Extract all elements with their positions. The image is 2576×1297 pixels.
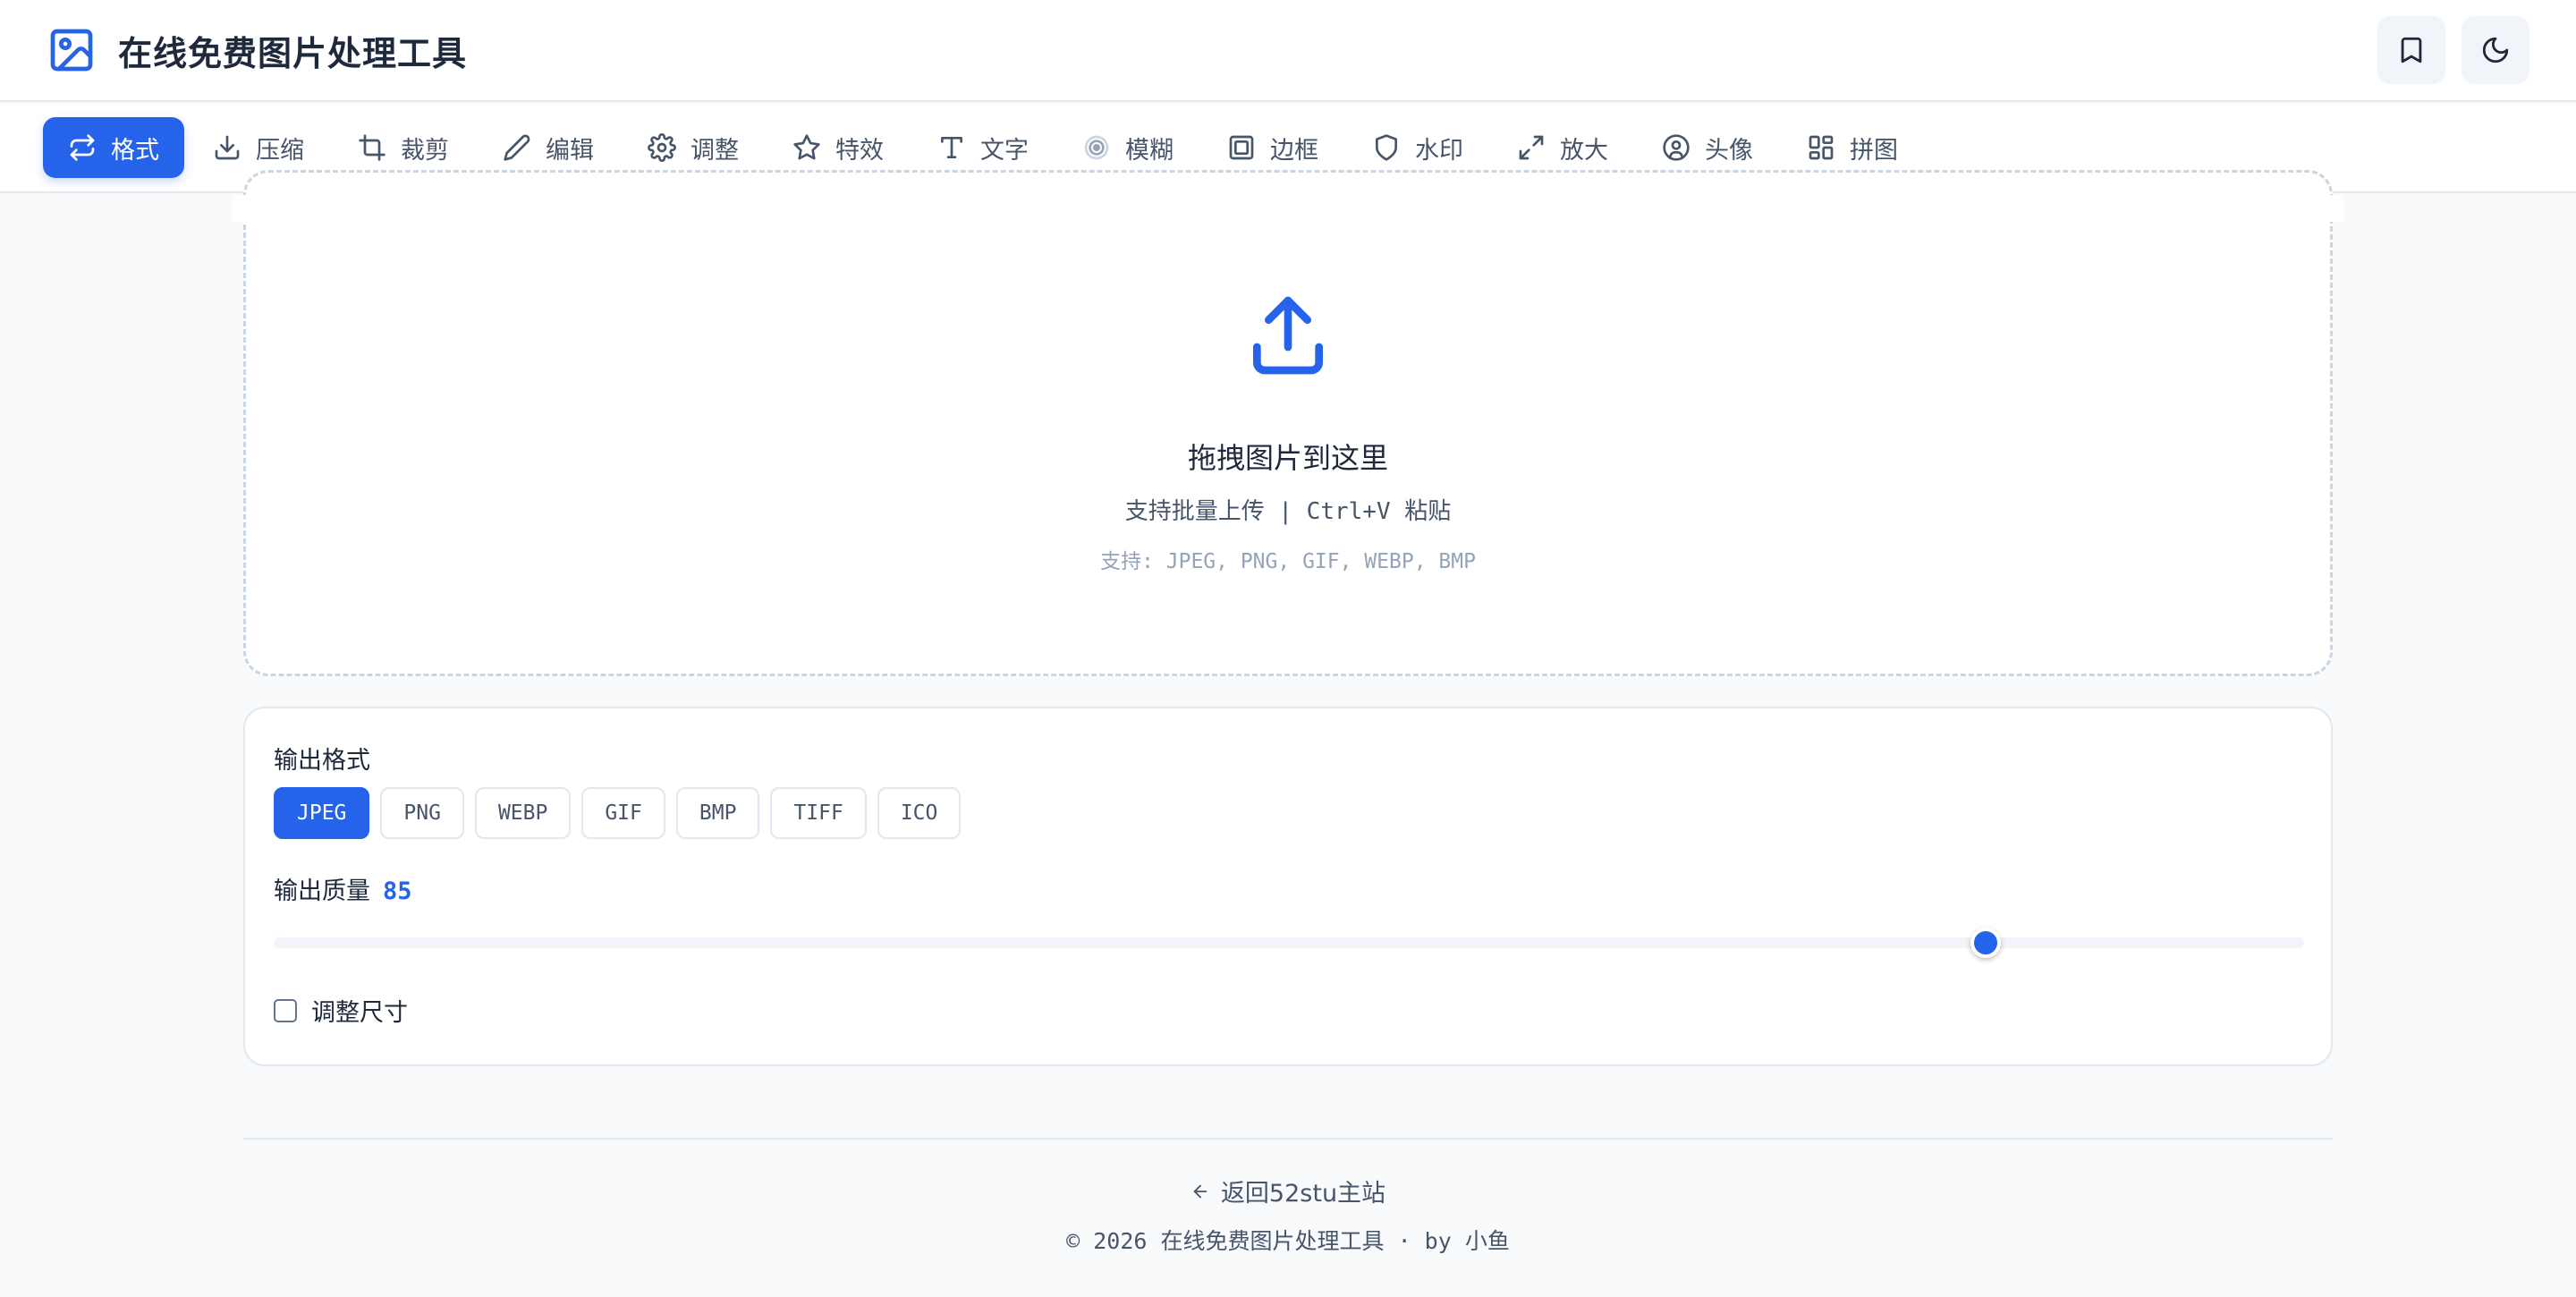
tab-collage-label: 拼图 <box>1850 136 1898 165</box>
tab-text-label: 文字 <box>980 136 1029 165</box>
format-gif-button[interactable]: GIF <box>581 787 665 839</box>
quality-row: 输出质量 85 <box>274 871 412 906</box>
tab-watermark[interactable]: 水印 <box>1347 117 1488 178</box>
upload-subtitle: 支持批量上传 | Ctrl+V 粘贴 <box>1124 498 1452 525</box>
text-icon <box>941 137 962 158</box>
tab-upscale[interactable]: 放大 <box>1492 117 1633 178</box>
tab-watermark-label: 水印 <box>1415 136 1463 165</box>
quality-slider[interactable] <box>274 928 2304 958</box>
tab-format-label: 格式 <box>111 136 159 165</box>
copyright: © 2026 在线免费图片处理工具 · by 小鱼 <box>1066 1228 1510 1254</box>
tab-upscale-label: 放大 <box>1560 136 1608 165</box>
tab-effects-label: 特效 <box>835 136 884 165</box>
tab-adjust-label: 调整 <box>691 136 739 165</box>
tab-compress-label: 压缩 <box>256 136 304 165</box>
pencil-icon <box>504 134 530 161</box>
image-icon <box>47 25 97 75</box>
format-tiff-button[interactable]: TIFF <box>770 787 867 839</box>
output-format-label: 输出格式 <box>274 747 370 775</box>
bookmark-button[interactable] <box>2377 16 2445 84</box>
format-bmp-button[interactable]: BMP <box>675 787 760 839</box>
back-link-label: 返回52stu主站 <box>1220 1180 1386 1208</box>
app-header: 在线免费图片处理工具 <box>0 0 2576 102</box>
theme-toggle-button[interactable] <box>2462 16 2529 84</box>
tab-edit-label: 编辑 <box>546 136 594 165</box>
tab-avatar[interactable]: 头像 <box>1637 117 1778 178</box>
download-icon <box>215 135 240 160</box>
quality-label: 输出质量 <box>274 877 370 905</box>
crop-icon <box>359 134 386 161</box>
quality-value: 85 <box>383 877 412 905</box>
settings-card: 输出格式 JPEG PNG WEBP GIF BMP TIFF ICO 输出质量… <box>243 707 2333 1066</box>
footer-divider <box>243 1138 2333 1140</box>
upload-title: 拖拽图片到这里 <box>1187 441 1388 475</box>
avatar-icon <box>1663 134 1690 161</box>
gear-icon <box>648 133 676 162</box>
brand[interactable]: 在线免费图片处理工具 <box>47 25 467 75</box>
resize-label: 调整尺寸 <box>311 999 408 1027</box>
convert-icon <box>70 134 95 161</box>
shield-icon <box>1376 134 1397 161</box>
tab-avatar-label: 头像 <box>1705 136 1753 165</box>
format-selector: JPEG PNG WEBP GIF BMP TIFF ICO <box>274 787 962 839</box>
tab-crop[interactable]: 裁剪 <box>333 117 474 178</box>
upload-icon <box>1253 296 1323 375</box>
tab-collage[interactable]: 拼图 <box>1782 117 1923 178</box>
tab-effects[interactable]: 特效 <box>767 117 909 178</box>
tab-blur-label: 模糊 <box>1125 136 1174 165</box>
blur-icon <box>1084 135 1109 160</box>
tab-format[interactable]: 格式 <box>43 117 184 178</box>
resize-checkbox[interactable] <box>274 998 297 1022</box>
supported-formats: 支持: JPEG, PNG, GIF, WEBP, BMP <box>1100 550 1476 573</box>
expand-icon <box>1519 135 1544 160</box>
bookmark-icon <box>2396 35 2427 65</box>
arrow-left-icon <box>1191 1182 1210 1201</box>
format-ico-button[interactable]: ICO <box>877 787 962 839</box>
tab-compress[interactable]: 压缩 <box>188 117 329 178</box>
upload-dropzone[interactable]: 拖拽图片到这里 支持批量上传 | Ctrl+V 粘贴 支持: JPEG, PNG… <box>243 170 2333 676</box>
moon-icon <box>2480 35 2511 65</box>
page-title: 在线免费图片处理工具 <box>118 33 468 73</box>
grid-icon <box>1809 135 1834 160</box>
scroll-cover <box>233 195 2343 222</box>
format-png-button[interactable]: PNG <box>380 787 464 839</box>
tab-border-label: 边框 <box>1270 136 1318 165</box>
back-link[interactable]: 返回52stu主站 <box>0 1174 2576 1208</box>
quality-slider-thumb[interactable] <box>1970 928 2001 958</box>
format-jpeg-button[interactable]: JPEG <box>274 787 370 839</box>
tab-crop-label: 裁剪 <box>401 136 449 165</box>
star-icon <box>793 134 820 160</box>
tab-blur[interactable]: 模糊 <box>1057 117 1199 178</box>
resize-option[interactable]: 调整尺寸 <box>274 993 408 1028</box>
tab-text[interactable]: 文字 <box>912 117 1054 178</box>
frame-icon <box>1229 135 1254 160</box>
tab-border[interactable]: 边框 <box>1202 117 1343 178</box>
tab-adjust[interactable]: 调整 <box>623 117 764 178</box>
tab-edit[interactable]: 编辑 <box>478 117 619 178</box>
format-webp-button[interactable]: WEBP <box>474 787 572 839</box>
